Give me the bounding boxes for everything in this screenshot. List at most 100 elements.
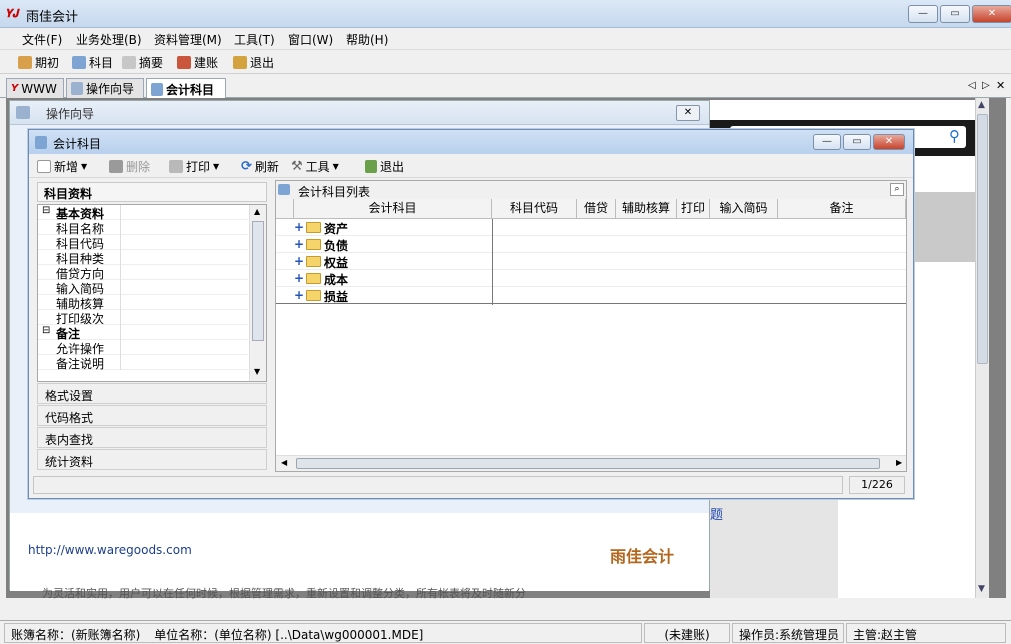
toolbar-create-book-button[interactable]: 建账 — [177, 53, 218, 71]
folder-icon — [306, 273, 321, 284]
print-dropdown-icon[interactable]: ▼ — [213, 162, 219, 171]
accounts-maximize-button[interactable]: ▭ — [843, 134, 871, 150]
tab-scroll-right-icon[interactable]: ▷ — [982, 80, 990, 91]
tree-scrollbar[interactable]: ▲ ▼ — [249, 205, 266, 381]
section-table-search[interactable]: 表内查找 — [37, 427, 267, 448]
table-row[interactable]: + 资产 — [276, 219, 906, 236]
tab-scroll-left-icon[interactable]: ◁ — [968, 80, 976, 91]
section-format-settings[interactable]: 格式设置 — [37, 383, 267, 404]
collapse-icon[interactable]: ⊟ — [42, 325, 50, 336]
expand-icon[interactable]: + — [294, 289, 304, 301]
toolbar-exit-button[interactable]: 退出 — [233, 53, 274, 71]
col-header-print[interactable]: 打印 — [677, 199, 710, 219]
expand-icon[interactable]: + — [294, 238, 304, 250]
print-label: 打印 — [186, 159, 211, 174]
tree-item[interactable]: 科目种类 — [38, 250, 248, 266]
tree-item[interactable]: 输入简码 — [38, 280, 248, 296]
accounts-window-icon — [35, 136, 47, 149]
scroll-thumb[interactable] — [977, 114, 988, 364]
table-row[interactable]: + 负债 — [276, 236, 906, 253]
section-code-format[interactable]: 代码格式 — [37, 405, 267, 426]
tree-scroll-down-icon[interactable]: ▼ — [254, 367, 260, 376]
tab-accounts[interactable]: 会计科目 — [146, 78, 226, 99]
col-header-notes[interactable]: 备注 — [778, 199, 906, 219]
tab-close-icon[interactable]: ✕ — [996, 79, 1005, 92]
expand-icon[interactable]: + — [294, 255, 304, 267]
menu-window[interactable]: 窗口(W) — [288, 31, 333, 48]
tree-item[interactable]: 借贷方向 — [38, 265, 248, 281]
maximize-button[interactable]: ▭ — [940, 5, 970, 23]
accounts-close-button[interactable]: ✕ — [873, 134, 905, 150]
menu-file[interactable]: 文件(F) — [22, 31, 62, 48]
wizard-footer: http://www.waregoods.com 雨佳会计 为灵活和实用，用户可… — [10, 513, 709, 599]
grid-horizontal-scrollbar[interactable]: ◀ ▶ — [276, 455, 906, 471]
scroll-left-icon[interactable]: ◀ — [281, 458, 287, 467]
menu-business[interactable]: 业务处理(B) — [76, 31, 142, 48]
expand-icon[interactable]: + — [294, 221, 304, 233]
refresh-button[interactable]: ⟳ 刷新 — [241, 157, 279, 175]
accounts-window-controls: — ▭ ✕ — [813, 134, 905, 150]
tree-group-notes[interactable]: ⊟ 备注 — [38, 325, 248, 341]
wizard-title: 操作向导 — [46, 107, 95, 121]
tab-wizard[interactable]: 操作向导 — [66, 78, 144, 98]
tree-item[interactable]: 打印级次 — [38, 310, 248, 326]
exit-window-button[interactable]: 退出 — [365, 157, 404, 175]
tools-dropdown-icon[interactable]: ▼ — [333, 162, 339, 171]
accounts-list-panel: 会计科目列表 ⌕ 会计科目 科目代码 借贷 辅助核算 打印 输入简码 备注 + 资… — [275, 180, 907, 472]
tree-scroll-up-icon[interactable]: ▲ — [254, 207, 260, 216]
tree-item[interactable]: 辅助核算 — [38, 295, 248, 311]
table-row[interactable]: + 损益 — [276, 287, 906, 304]
scroll-up-icon[interactable]: ▲ — [978, 100, 985, 110]
toolbar-account-button[interactable]: 科目 — [72, 53, 113, 71]
minimize-button[interactable]: — — [908, 5, 938, 23]
col-header-code[interactable]: 科目代码 — [492, 199, 577, 219]
toolbar-summary-button[interactable]: 摘要 — [122, 53, 163, 71]
tree-group-basic[interactable]: ⊟ 基本资料 — [38, 205, 248, 221]
tree-item[interactable]: 科目名称 — [38, 220, 248, 236]
tools-button[interactable]: ⚒ 工具 ▼ — [291, 157, 339, 175]
accounts-minimize-button[interactable]: — — [813, 134, 841, 150]
folder-icon — [306, 222, 321, 233]
table-row[interactable]: + 成本 — [276, 270, 906, 287]
scroll-right-icon[interactable]: ▶ — [896, 458, 902, 467]
wizard-close-button[interactable]: ✕ — [676, 105, 700, 121]
search-icon[interactable]: ⚲ — [949, 127, 960, 145]
accounts-title: 会计科目 — [53, 137, 102, 151]
tree-item[interactable]: 允许操作 — [38, 340, 248, 356]
wizard-url[interactable]: http://www.waregoods.com — [28, 543, 192, 557]
col-header-account[interactable]: 会计科目 — [294, 199, 492, 219]
expand-icon[interactable]: + — [294, 272, 304, 284]
menu-data[interactable]: 资料管理(M) — [154, 31, 222, 48]
add-button[interactable]: 新增 ▼ — [37, 157, 87, 175]
col-header-aux[interactable]: 辅助核算 — [616, 199, 677, 219]
toolbar-account-label: 科目 — [89, 55, 114, 70]
list-caption-bar: 会计科目列表 ⌕ — [276, 181, 906, 199]
scroll-down-icon[interactable]: ▼ — [978, 584, 985, 594]
tree-item[interactable]: 科目代码 — [38, 235, 248, 251]
close-button[interactable]: ✕ — [972, 5, 1011, 23]
print-button[interactable]: 打印 ▼ — [169, 157, 219, 175]
col-header-debit-credit[interactable]: 借贷 — [577, 199, 616, 219]
opening-icon — [18, 55, 32, 69]
browser-link-fragment[interactable]: 题 — [710, 504, 723, 523]
menu-tools[interactable]: 工具(T) — [234, 31, 275, 48]
col-header-input-code[interactable]: 输入简码 — [710, 199, 778, 219]
zoom-icon[interactable]: ⌕ — [890, 183, 904, 196]
tab-www[interactable]: Y WWW — [6, 78, 64, 98]
add-dropdown-icon[interactable]: ▼ — [81, 162, 87, 171]
table-row[interactable]: + 权益 — [276, 253, 906, 270]
exit-icon — [233, 55, 247, 69]
grid-scroll-thumb[interactable] — [296, 458, 880, 469]
delete-button[interactable]: 删除 — [109, 157, 150, 175]
tab-wizard-label: 操作向导 — [86, 82, 135, 96]
tree-item[interactable]: 备注说明 — [38, 355, 248, 371]
browser-vertical-scrollbar[interactable]: ▲ ▼ — [975, 98, 989, 598]
tab-accounts-label: 会计科目 — [166, 82, 215, 97]
toolbar-opening-button[interactable]: 期初 — [18, 53, 59, 71]
section-statistics[interactable]: 统计资料 — [37, 449, 267, 470]
add-icon — [37, 159, 51, 173]
collapse-icon[interactable]: ⊟ — [42, 205, 50, 216]
property-tree: ⊟ 基本资料 科目名称 科目代码 科目种类 借贷方向 输入简码 辅助核算 打印级次… — [37, 204, 267, 382]
tree-scroll-thumb[interactable] — [252, 221, 264, 341]
menu-help[interactable]: 帮助(H) — [346, 31, 388, 48]
